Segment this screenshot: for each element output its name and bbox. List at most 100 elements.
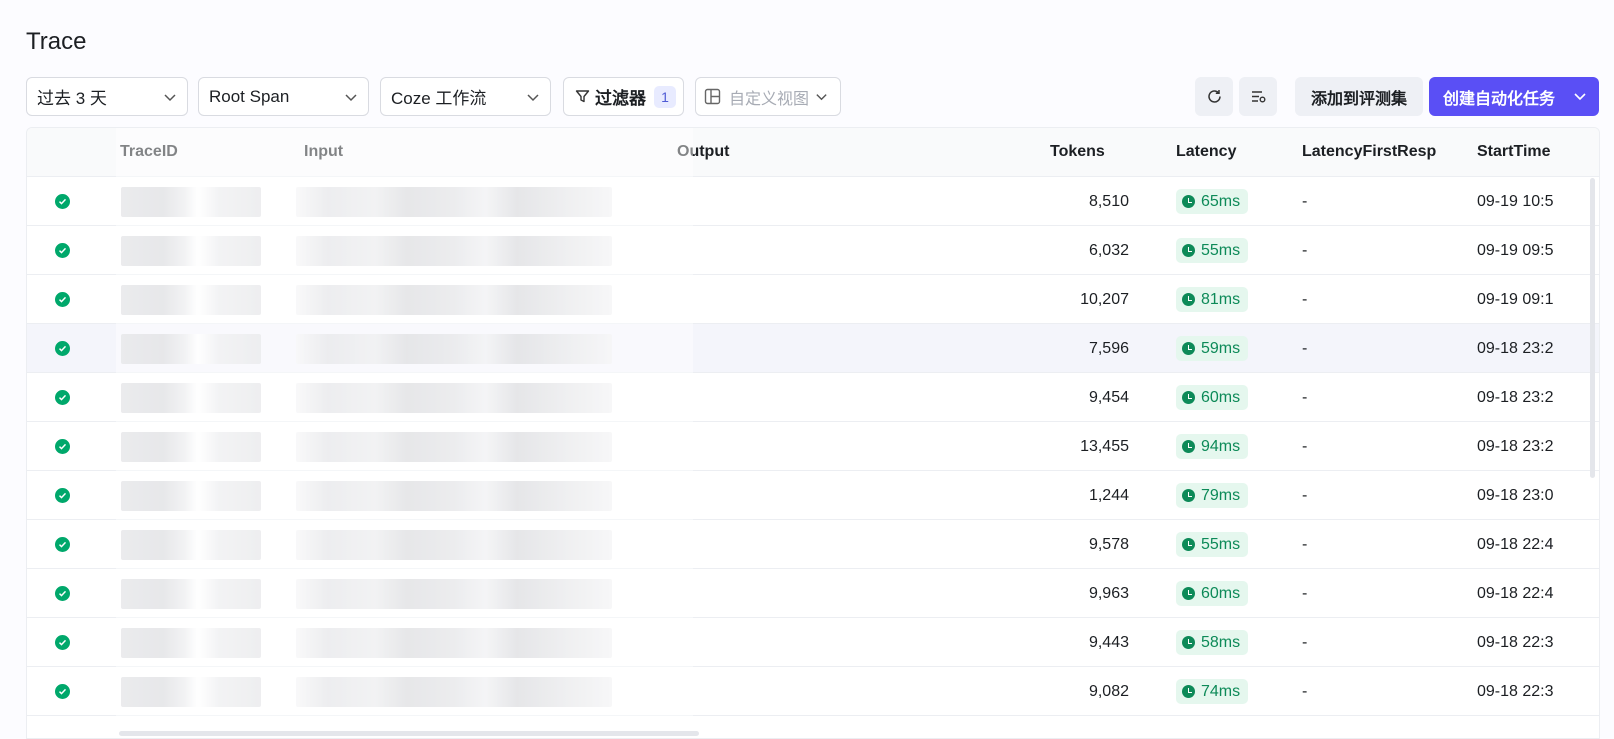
span-type-select[interactable]: Root Span (198, 77, 369, 116)
clock-icon (1182, 440, 1195, 453)
clock-icon (1182, 342, 1195, 355)
layout-icon (704, 88, 721, 105)
clock-icon (1182, 489, 1195, 502)
clock-icon (1182, 685, 1195, 698)
column-header-tokens[interactable]: Tokens (1050, 143, 1105, 161)
latency-first-cell: - (1302, 193, 1308, 210)
latency-tag: 60ms (1176, 385, 1249, 410)
latency-tag: 55ms (1176, 238, 1249, 263)
start-time-cell: 09-19 09:5 (1477, 242, 1554, 259)
custom-view-select[interactable]: 自定义视图 (695, 77, 841, 116)
start-time-cell: 09-18 23:0 (1477, 487, 1554, 504)
chevron-down-icon (164, 94, 176, 102)
latency-value: 60ms (1201, 584, 1241, 602)
latency-value: 74ms (1201, 682, 1241, 700)
column-header-latency[interactable]: Latency (1176, 143, 1236, 161)
latency-value: 94ms (1201, 437, 1241, 455)
column-settings-button[interactable] (1239, 77, 1277, 116)
privacy-blur-overlay (116, 128, 693, 738)
latency-value: 55ms (1201, 241, 1241, 259)
latency-value: 60ms (1201, 388, 1241, 406)
latency-first-cell: - (1302, 242, 1308, 259)
success-status-icon (55, 635, 70, 650)
tokens-cell: 9,454 (1088, 389, 1129, 406)
latency-value: 79ms (1201, 486, 1241, 504)
chevron-down-icon (1574, 93, 1586, 101)
latency-tag: 65ms (1176, 189, 1249, 214)
add-to-evalset-button[interactable]: 添加到评测集 (1295, 77, 1423, 116)
start-time-cell: 09-18 22:4 (1477, 536, 1554, 553)
latency-tag: 59ms (1176, 336, 1249, 361)
vertical-scrollbar[interactable] (1590, 178, 1595, 478)
refresh-button[interactable] (1195, 77, 1233, 116)
clock-icon (1182, 195, 1195, 208)
span-type-value: Root Span (209, 86, 290, 106)
trace-table: TraceID Input Output Tokens Latency Late… (26, 127, 1600, 739)
clock-icon (1182, 391, 1195, 404)
latency-tag: 79ms (1176, 483, 1249, 508)
source-value: Coze 工作流 (391, 89, 487, 108)
column-header-latency-first[interactable]: LatencyFirstResp (1302, 143, 1436, 161)
success-status-icon (55, 537, 70, 552)
filter-label: 过滤器 (595, 89, 646, 108)
start-time-cell: 09-18 22:3 (1477, 683, 1554, 700)
toolbar: 过去 3 天 Root Span Coze 工作流 过滤器 1 自定义视图 添加… (26, 77, 1599, 117)
chevron-down-icon (816, 94, 827, 101)
tokens-cell: 1,244 (1088, 487, 1129, 504)
success-status-icon (55, 586, 70, 601)
latency-tag: 55ms (1176, 532, 1249, 557)
refresh-icon (1207, 90, 1221, 103)
horizontal-scrollbar[interactable] (119, 731, 699, 736)
tokens-cell: 9,963 (1088, 585, 1129, 602)
filter-button[interactable]: 过滤器 1 (563, 77, 684, 116)
clock-icon (1182, 587, 1195, 600)
latency-tag: 60ms (1176, 581, 1249, 606)
latency-value: 55ms (1201, 535, 1241, 553)
source-select[interactable]: Coze 工作流 (380, 77, 551, 116)
latency-value: 58ms (1201, 633, 1241, 651)
latency-first-cell: - (1302, 585, 1308, 602)
latency-tag: 74ms (1176, 679, 1249, 704)
filter-count-badge: 1 (654, 85, 676, 108)
clock-icon (1182, 244, 1195, 257)
start-time-cell: 09-18 23:2 (1477, 389, 1554, 406)
start-time-cell: 09-18 22:4 (1477, 585, 1554, 602)
success-status-icon (55, 488, 70, 503)
start-time-cell: 09-19 10:5 (1477, 193, 1554, 210)
latency-first-cell: - (1302, 683, 1308, 700)
success-status-icon (55, 194, 70, 209)
chevron-down-icon (527, 94, 539, 102)
latency-value: 59ms (1201, 339, 1241, 357)
tokens-cell: 9,443 (1088, 634, 1129, 651)
tokens-cell: 7,596 (1088, 340, 1129, 357)
funnel-icon (575, 90, 590, 103)
start-time-cell: 09-18 22:3 (1477, 634, 1554, 651)
latency-value: 81ms (1201, 290, 1241, 308)
column-settings-icon (1251, 91, 1265, 103)
success-status-icon (55, 243, 70, 258)
latency-value: 65ms (1201, 192, 1241, 210)
time-range-select[interactable]: 过去 3 天 (26, 77, 188, 116)
create-task-button[interactable]: 创建自动化任务 (1429, 77, 1599, 116)
latency-tag: 94ms (1176, 434, 1249, 459)
page-title: Trace (26, 28, 87, 55)
success-status-icon (55, 390, 70, 405)
clock-icon (1182, 538, 1195, 551)
latency-first-cell: - (1302, 634, 1308, 651)
start-time-cell: 09-18 23:2 (1477, 340, 1554, 357)
clock-icon (1182, 636, 1195, 649)
latency-first-cell: - (1302, 389, 1308, 406)
tokens-cell: 9,082 (1088, 683, 1129, 700)
column-header-starttime[interactable]: StartTime (1477, 143, 1551, 161)
latency-first-cell: - (1302, 438, 1308, 455)
latency-first-cell: - (1302, 487, 1308, 504)
success-status-icon (55, 684, 70, 699)
latency-tag: 58ms (1176, 630, 1249, 655)
clock-icon (1182, 293, 1195, 306)
start-time-cell: 09-18 23:2 (1477, 438, 1554, 455)
tokens-cell: 9,578 (1088, 536, 1129, 553)
time-range-value: 过去 3 天 (37, 89, 107, 108)
latency-first-cell: - (1302, 340, 1308, 357)
custom-view-placeholder: 自定义视图 (729, 90, 810, 108)
chevron-down-icon (345, 94, 357, 102)
